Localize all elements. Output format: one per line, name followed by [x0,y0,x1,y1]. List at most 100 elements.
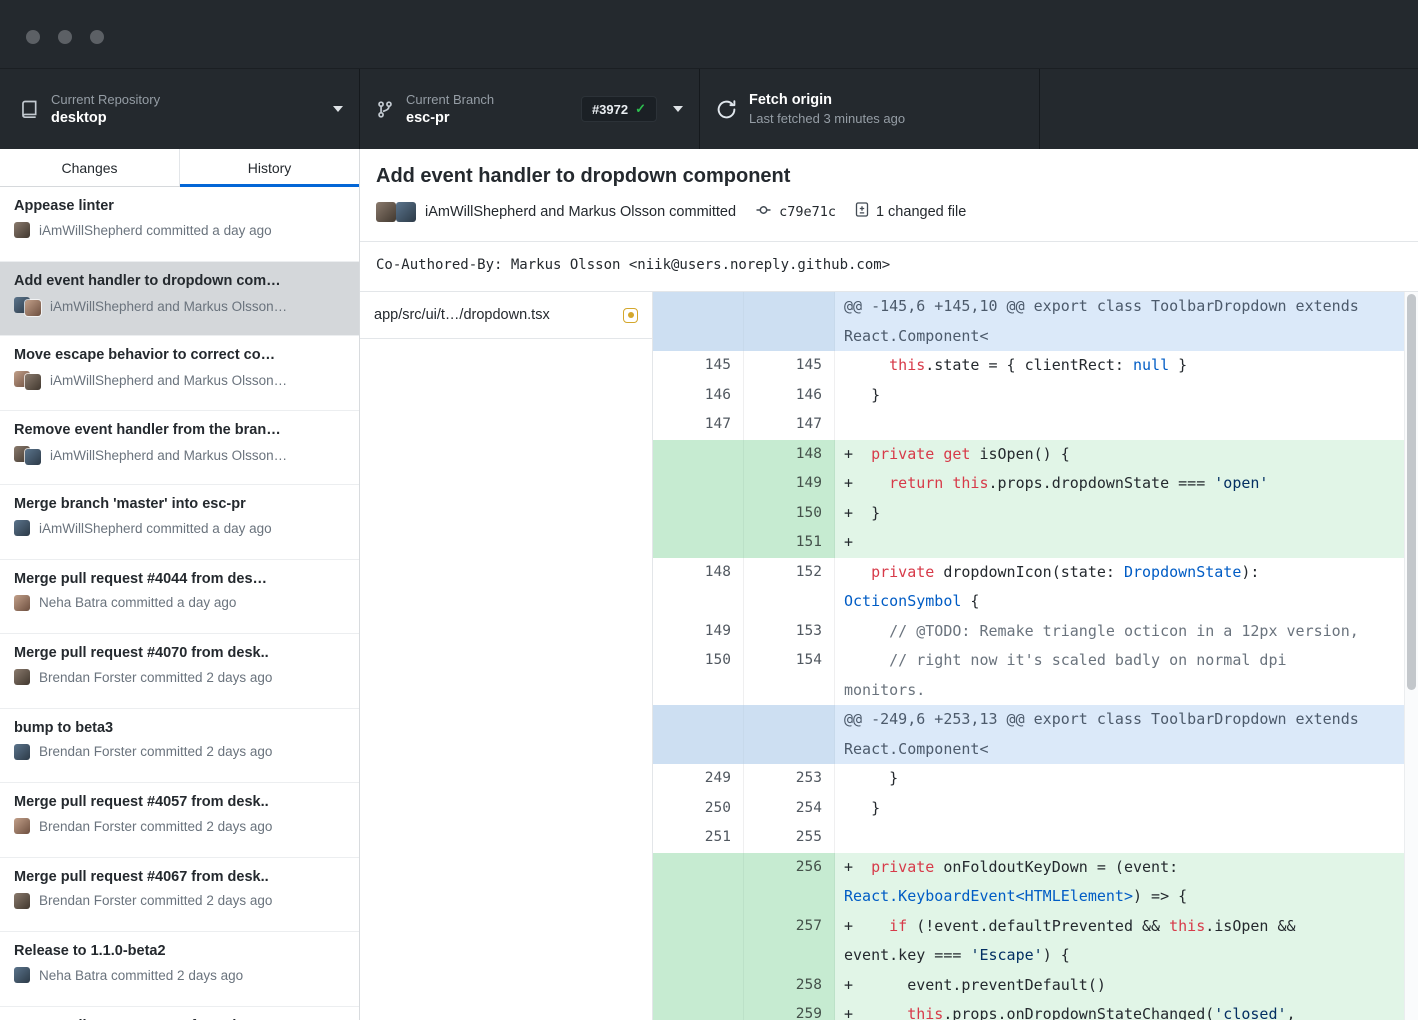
branch-label: Current Branch [406,92,494,107]
new-line-number: 150 [744,499,835,529]
commit-meta: Brendan Forster committed 2 days ago [14,893,345,909]
diff-line-row: 257+ if (!event.defaultPrevented && this… [653,912,1418,971]
commit-list-item[interactable]: Add event handler to dropdown com…iAmWil… [0,262,359,337]
author-avatar [376,202,396,222]
commit-title: Merge pull request #4067 from desk.. [14,869,345,885]
branch-name: esc-pr [406,110,494,126]
tab-history[interactable]: History [180,149,359,186]
commit-meta: iAmWillShepherd committed a day ago [14,520,345,536]
author-avatar [14,893,30,909]
author-avatar [14,744,30,760]
new-line-number: 152 [744,558,835,617]
commit-list-item[interactable]: Remove event handler from the bran…iAmWi… [0,411,359,486]
tab-changes[interactable]: Changes [0,149,180,186]
diff-line-row: 256+ private onFoldoutKeyDown = (event: … [653,853,1418,912]
old-line-number [653,499,744,529]
author-avatars [14,297,41,316]
code-line-text: + private onFoldoutKeyDown = (event: Rea… [835,853,1418,912]
commit-meta-text: iAmWillShepherd and Markus Olsson… [50,373,287,388]
author-avatars [14,669,30,685]
diff-line-row: 148+ private get isOpen() { [653,440,1418,470]
old-line-number [653,705,744,764]
commit-list-item[interactable]: Merge pull request #4068 from des… [0,1007,359,1020]
code-line-text: + if (!event.defaultPrevented && this.is… [835,912,1418,971]
close-button[interactable] [26,30,40,44]
diff-line-row: 150154 // right now it's scaled badly on… [653,646,1418,705]
code-line-text: } [835,381,1418,411]
commit-meta-text: Neha Batra committed 2 days ago [39,968,243,983]
github-desktop-window: Current Repository desktop Current Branc… [0,0,1418,1020]
diff-line-row: 148152 private dropdownIcon(state: Dropd… [653,558,1418,617]
file-path: app/src/ui/t…/dropdown.tsx [374,307,613,323]
diff-line-row: 250254 } [653,794,1418,824]
author-avatar [14,222,30,238]
old-line-number [653,440,744,470]
commit-title: Merge pull request #4070 from desk.. [14,645,345,661]
commit-sha[interactable]: c79e71c [779,204,836,220]
hunk-header-text: @@ -145,6 +145,10 @@ export class Toolba… [835,292,1418,351]
commit-list-item[interactable]: Merge pull request #4044 from des…Neha B… [0,560,359,635]
old-line-number: 250 [653,794,744,824]
file-modified-icon [623,308,638,323]
old-line-number [653,292,744,351]
toolbar: Current Repository desktop Current Branc… [0,68,1418,149]
old-line-number [653,469,744,499]
git-branch-icon [376,99,394,120]
author-avatar [14,967,30,983]
old-line-number [653,1000,744,1020]
commit-list-item[interactable]: Release to 1.1.0-beta2Neha Batra committ… [0,932,359,1007]
author-avatars [14,446,41,465]
old-line-number: 249 [653,764,744,794]
chevron-down-icon [333,106,343,112]
author-avatars [14,371,41,390]
diff-viewer[interactable]: @@ -145,6 +145,10 @@ export class Toolba… [653,292,1418,1020]
code-line-text [835,410,1418,440]
commit-summary-title: Add event handler to dropdown component [376,165,1402,188]
commit-title: Add event handler to dropdown com… [14,273,345,289]
old-line-number: 146 [653,381,744,411]
minimize-button[interactable] [58,30,72,44]
ci-check-icon: ✓ [635,101,646,117]
scrollbar-thumb[interactable] [1407,294,1416,690]
commit-list-item[interactable]: Merge pull request #4057 from desk..Bren… [0,783,359,858]
diff-line-row: 147147 [653,410,1418,440]
diff-rows: @@ -145,6 +145,10 @@ export class Toolba… [653,292,1418,1020]
diff-line-row: 149153 // @TODO: Remake triangle octicon… [653,617,1418,647]
commit-list-item[interactable]: Merge pull request #4067 from desk.. Bren… [0,858,359,933]
branch-selector[interactable]: Current Branch esc-pr #3972 ✓ [360,69,700,149]
diff-line-row: 150+ } [653,499,1418,529]
commit-list[interactable]: Appease linteriAmWillShepherd committed … [0,187,359,1020]
file-list-item[interactable]: app/src/ui/t…/dropdown.tsx [360,292,652,339]
diff-line-row: 145145 this.state = { clientRect: null } [653,351,1418,381]
commit-list-item[interactable]: Merge pull request #4070 from desk..Bren… [0,634,359,709]
commit-meta-text: Neha Batra committed a day ago [39,595,236,610]
commit-title: Move escape behavior to correct co… [14,347,345,363]
fetch-origin-button[interactable]: Fetch origin Last fetched 3 minutes ago [700,69,1040,149]
author-avatars [14,893,30,909]
commit-list-item[interactable]: Merge branch 'master' into esc-priAmWill… [0,485,359,560]
commit-meta: Brendan Forster committed 2 days ago [14,818,345,834]
old-line-number: 148 [653,558,744,617]
sidebar-tabs: Changes History [0,149,359,187]
commit-meta: Brendan Forster committed 2 days ago [14,744,345,760]
author-avatars [14,967,30,983]
hunk-header-text: @@ -249,6 +253,13 @@ export class Toolba… [835,705,1418,764]
git-commit-icon [754,202,773,222]
new-line-number: 146 [744,381,835,411]
commit-list-item[interactable]: Move escape behavior to correct co… iAmWi… [0,336,359,411]
repo-icon [20,99,39,120]
commit-list-item[interactable]: bump to beta3Brendan Forster committed 2… [0,709,359,784]
sync-icon [716,99,737,120]
zoom-button[interactable] [90,30,104,44]
new-line-number: 151 [744,528,835,558]
changed-file-icon [854,201,870,222]
diff-scrollbar[interactable] [1404,292,1418,1020]
pr-status-badge[interactable]: #3972 ✓ [581,96,657,122]
code-line-text: + event.preventDefault() [835,971,1418,1001]
commit-list-item[interactable]: Appease linteriAmWillShepherd committed … [0,187,359,262]
pr-number: #3972 [592,102,628,117]
code-line-text: // @TODO: Remake triangle octicon in a 1… [835,617,1418,647]
repository-selector[interactable]: Current Repository desktop [0,69,360,149]
author-avatar [14,520,30,536]
code-line-text: + this.props.onDropdownStateChanged('clo… [835,1000,1418,1020]
